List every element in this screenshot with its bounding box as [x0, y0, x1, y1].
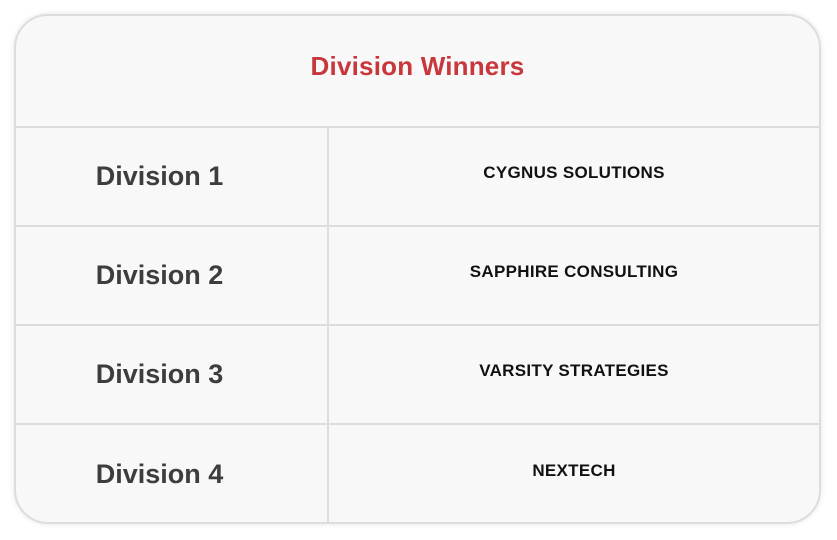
division-label: Division 3	[16, 326, 329, 423]
division-winners-card: Division Winners Division 1 CYGNUS SOLUT…	[14, 14, 821, 524]
table-row: Division 3 VARSITY STRATEGIES	[16, 326, 819, 425]
table-row: Division 4 NEXTECH	[16, 425, 819, 522]
division-label: Division 4	[16, 425, 329, 522]
winner-name: CYGNUS SOLUTIONS	[483, 162, 665, 182]
table-row: Division 2 SAPPHIRE CONSULTING	[16, 227, 819, 326]
page-title: Division Winners	[310, 50, 525, 81]
division-label: Division 2	[16, 227, 329, 324]
winner-name: VARSITY STRATEGIES	[479, 360, 669, 380]
winner-name: SAPPHIRE CONSULTING	[469, 261, 679, 281]
winner-name: NEXTECH	[532, 460, 616, 480]
title-row: Division Winners	[16, 16, 819, 128]
division-label: Division 1	[16, 128, 329, 225]
table-row: Division 1 CYGNUS SOLUTIONS	[16, 128, 819, 227]
